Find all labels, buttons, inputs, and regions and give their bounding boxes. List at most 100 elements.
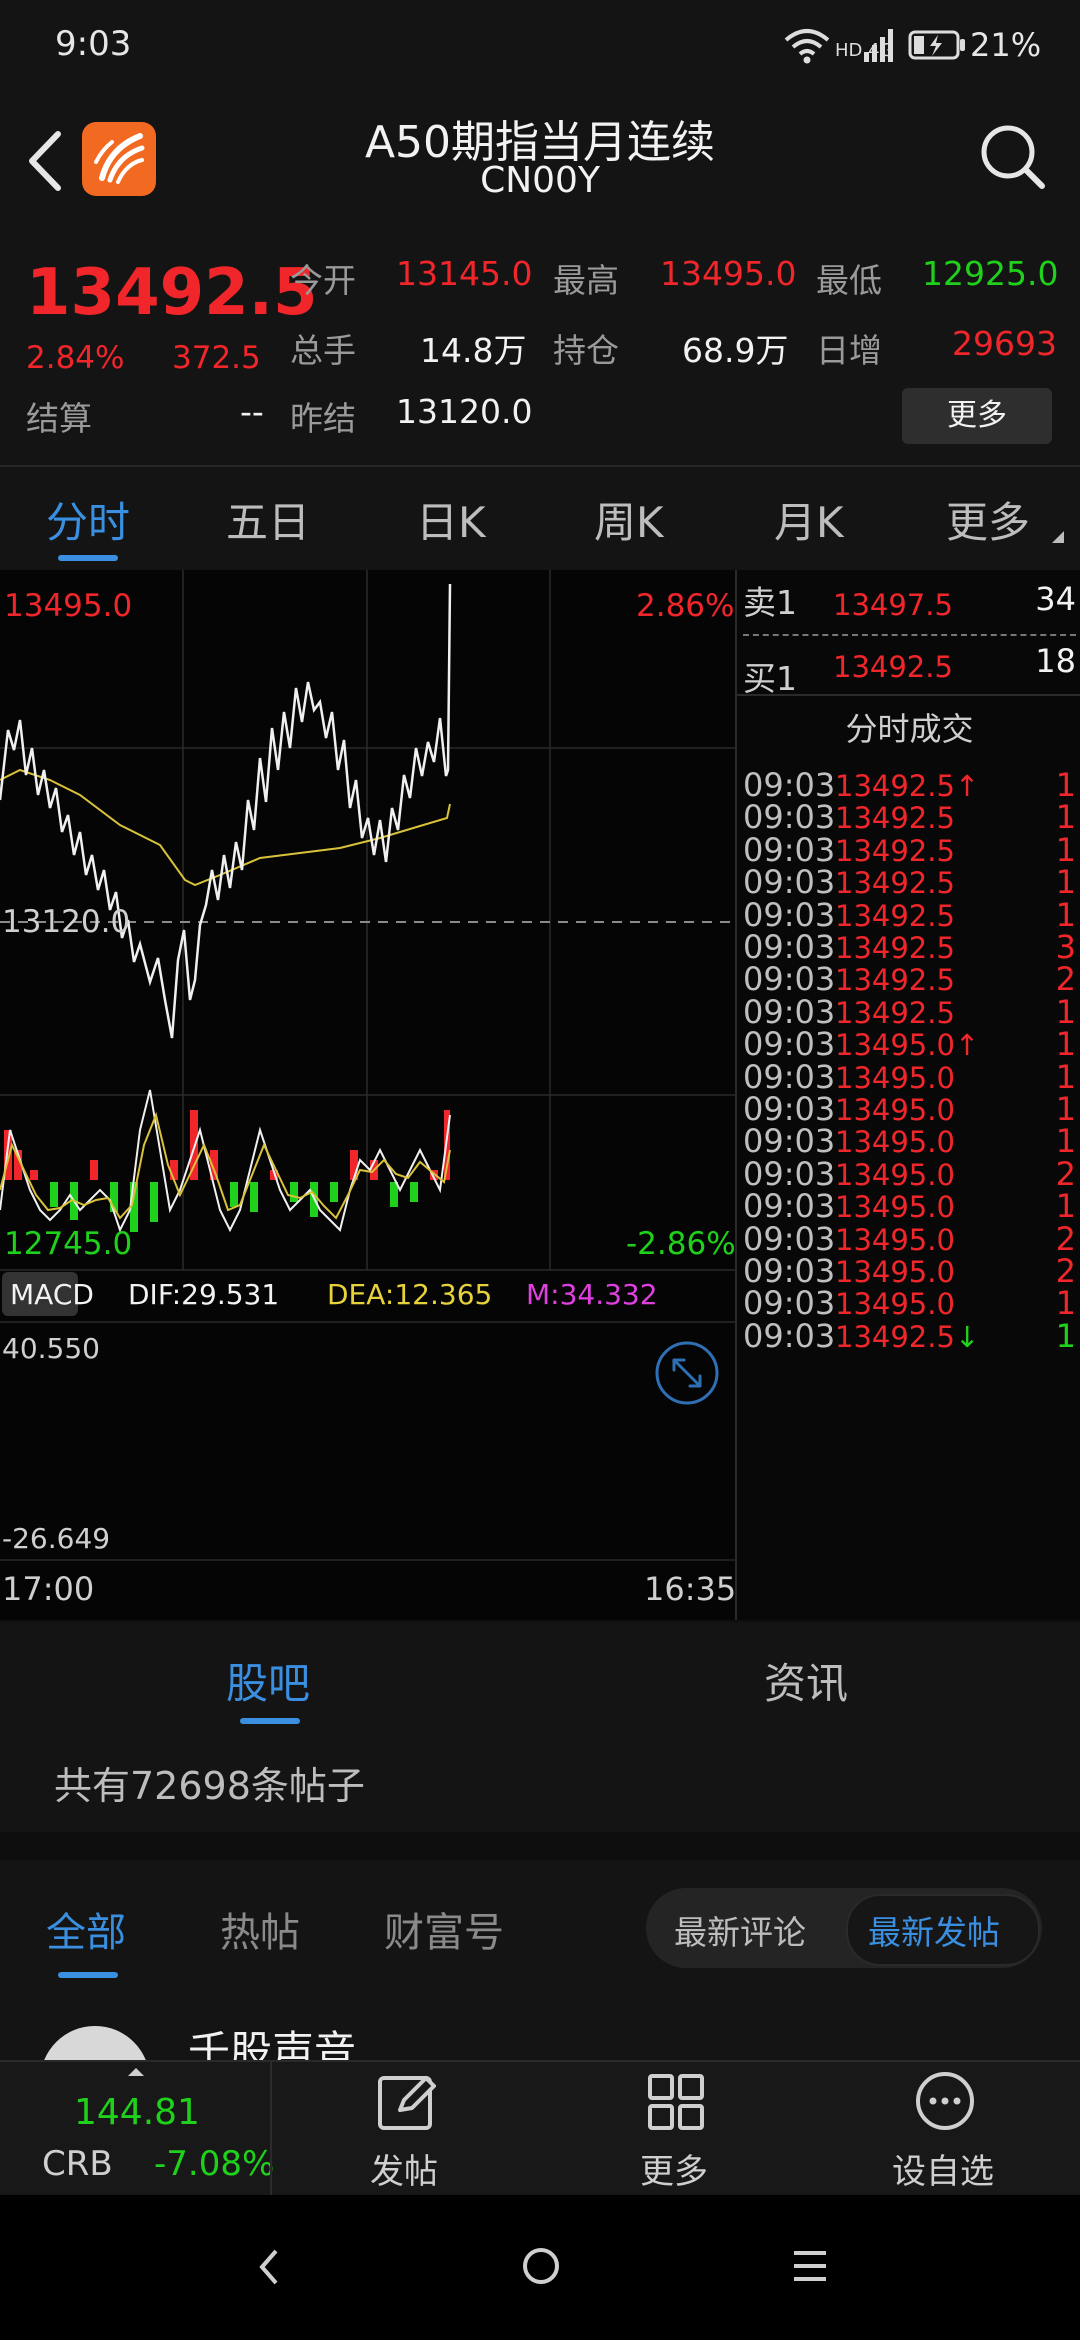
tab-more[interactable]: 更多 bbox=[946, 489, 1030, 550]
watchlist-button-label[interactable]: 设自选 bbox=[892, 2144, 994, 2193]
fullscreen-icon[interactable] bbox=[654, 1340, 720, 1406]
sell1-price: 13497.5 bbox=[833, 588, 953, 622]
guba-tab-indicator bbox=[240, 1718, 300, 1724]
signal-icon bbox=[864, 29, 893, 62]
posts-count: 共有72698条帖子 bbox=[54, 1764, 365, 1808]
post-filter-bar: 全部 热帖 财富号 最新评论 最新发帖 bbox=[0, 1860, 1080, 1990]
community-tabs: 股吧 资讯 bbox=[0, 1622, 1080, 1729]
tab-news[interactable]: 资讯 bbox=[764, 1650, 848, 1711]
crb-change: -7.08% bbox=[154, 2144, 275, 2184]
settle-label: 结算 bbox=[26, 399, 92, 438]
macd-dif-line bbox=[0, 1089, 451, 1233]
open-value: 13145.0 bbox=[396, 254, 533, 293]
nav-home-icon[interactable] bbox=[520, 2245, 562, 2287]
logo-icon bbox=[94, 133, 145, 184]
book-divider bbox=[743, 634, 1076, 636]
chart-bottom-price: 12745.0 bbox=[4, 1226, 133, 1262]
buy1-label: 买1 bbox=[743, 659, 797, 698]
down-arrow-icon: ↓ bbox=[954, 1319, 980, 1354]
back-icon[interactable] bbox=[22, 126, 68, 196]
trade-time: 09:03 bbox=[743, 1316, 836, 1355]
chart-canvas bbox=[0, 570, 735, 1561]
book-separator bbox=[737, 694, 1080, 696]
more-quote-button[interactable]: 更多 bbox=[902, 388, 1052, 444]
search-icon[interactable] bbox=[978, 122, 1048, 192]
volume-label: 总手 bbox=[290, 331, 356, 370]
order-book-panel: 卖1 13497.5 34 买1 13492.5 18 分时成交 09:03 13… bbox=[735, 570, 1080, 1620]
tab-five-day[interactable]: 五日 bbox=[226, 489, 310, 550]
nav-back-icon[interactable] bbox=[254, 2247, 284, 2287]
status-time: 9:03 bbox=[55, 24, 132, 64]
macd-label[interactable]: MACD bbox=[10, 1278, 94, 1311]
app-header: A50期指当月连续 CN00Y bbox=[0, 90, 1080, 240]
filter-all[interactable]: 全部 bbox=[46, 1900, 126, 1958]
trade-price-text: 13492.5 bbox=[835, 1319, 955, 1354]
tab-intraday[interactable]: 分时 bbox=[46, 489, 130, 550]
sell1-label: 卖1 bbox=[743, 583, 797, 622]
wifi-icon bbox=[784, 29, 830, 64]
toolbar-divider bbox=[270, 2062, 272, 2197]
status-bar: 9:03 HD 4G 21% bbox=[0, 0, 1080, 90]
macd-dif: DIF:29.531 bbox=[128, 1278, 280, 1311]
post-preview[interactable]: 千股声音 bbox=[0, 1990, 1080, 2136]
active-tab-indicator bbox=[58, 555, 118, 561]
crb-label: CRB bbox=[42, 2144, 113, 2184]
buy1-volume: 18 bbox=[1035, 642, 1076, 680]
high-label: 最高 bbox=[553, 261, 619, 300]
app-logo bbox=[82, 122, 156, 196]
macd-m: M:34.332 bbox=[526, 1278, 658, 1311]
contract-code: CN00Y bbox=[480, 160, 600, 201]
settle-value: -- bbox=[240, 392, 264, 431]
filter-indicator bbox=[58, 1972, 118, 1978]
post-button-label[interactable]: 发帖 bbox=[370, 2144, 438, 2193]
time-start: 17:00 bbox=[2, 1570, 95, 1608]
avg-price-line bbox=[0, 768, 451, 887]
compose-icon[interactable] bbox=[376, 2072, 438, 2134]
change-value: 372.5 bbox=[172, 340, 261, 376]
grid-lines bbox=[0, 570, 735, 1561]
dropdown-corner-icon bbox=[1052, 531, 1064, 543]
grid-icon[interactable] bbox=[646, 2072, 706, 2132]
system-nav-bar bbox=[0, 2195, 1080, 2340]
bottom-toolbar: 144.81 CRB -7.08% 发帖 更多 设自选 bbox=[0, 2060, 1080, 2197]
time-end: 16:35 bbox=[644, 1570, 737, 1608]
chart-period-tabs: 分时 五日 日K 周K 月K 更多 bbox=[0, 465, 1080, 574]
trade-row: 09:03 13492.5↓ 1 bbox=[737, 1311, 1080, 1359]
trade-price: 13492.5↓ bbox=[835, 1320, 979, 1354]
quote-panel: 13492.5 2.84% 372.5 结算 -- 今开 13145.0 最高 … bbox=[0, 240, 1080, 465]
crb-value: 144.81 bbox=[74, 2092, 200, 2133]
filter-fortune[interactable]: 财富号 bbox=[384, 1900, 504, 1958]
macd-min: -26.649 bbox=[2, 1522, 111, 1555]
tab-guba[interactable]: 股吧 bbox=[226, 1650, 310, 1711]
open-interest-label: 持仓 bbox=[553, 331, 619, 370]
daily-increase-label: 日增 bbox=[816, 331, 882, 370]
macd-max: 40.550 bbox=[2, 1332, 100, 1365]
more-button-label[interactable]: 更多 bbox=[640, 2144, 708, 2193]
tab-daily-k[interactable]: 日K bbox=[416, 489, 486, 550]
price-line bbox=[0, 583, 452, 1039]
caret-up-icon bbox=[128, 2068, 144, 2076]
filter-hot[interactable]: 热帖 bbox=[220, 1900, 300, 1958]
sell1-volume: 34 bbox=[1035, 580, 1076, 618]
tab-monthly-k[interactable]: 月K bbox=[774, 489, 844, 550]
prev-settle-value: 13120.0 bbox=[396, 392, 533, 431]
sort-latest-comment[interactable]: 最新评论 bbox=[674, 1906, 806, 1954]
sort-latest-post[interactable]: 最新发帖 bbox=[868, 1906, 1000, 1954]
battery-icon bbox=[908, 30, 965, 60]
high-value: 13495.0 bbox=[660, 254, 797, 293]
low-label: 最低 bbox=[816, 261, 882, 300]
nav-menu-icon[interactable] bbox=[792, 2249, 828, 2283]
trade-volume: 1 bbox=[1055, 1316, 1076, 1355]
sort-toggle: 最新评论 最新发帖 bbox=[646, 1888, 1042, 1968]
intraday-chart[interactable]: 13495.0 2.86% 13120.0 12745.0 -2.86% MAC… bbox=[0, 570, 737, 1620]
macd-dea-line bbox=[0, 1111, 451, 1220]
last-price: 13492.5 bbox=[26, 256, 318, 330]
open-interest-value: 68.9万 bbox=[682, 331, 789, 370]
more-dots-icon[interactable] bbox=[914, 2070, 976, 2132]
battery-percent: 21% bbox=[970, 26, 1042, 64]
tab-weekly-k[interactable]: 周K bbox=[594, 489, 664, 550]
posts-count-bar: 共有72698条帖子 bbox=[0, 1727, 1080, 1832]
volume-value: 14.8万 bbox=[420, 331, 527, 370]
buy1-price: 13492.5 bbox=[833, 650, 953, 684]
open-label: 今开 bbox=[290, 261, 356, 300]
